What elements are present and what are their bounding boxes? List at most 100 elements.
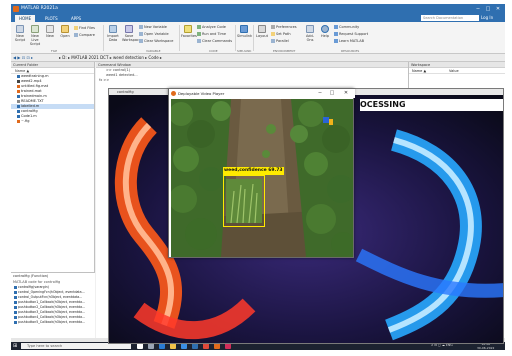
search-documentation-input[interactable]: Search Documentation [421,15,479,21]
simulink-button[interactable]: Simulink [237,25,252,38]
video-player-window[interactable]: Deployable Video Player ─ □ ✕ weed,confi… [168,88,355,258]
new-script-button[interactable]: New Script [13,25,27,42]
ribbon-separator [179,25,180,51]
tab-apps[interactable]: APPS [67,15,85,22]
parallel-button[interactable]: Parallel [271,39,289,43]
new-variable-button[interactable]: New Variable [139,25,167,29]
matlab-logo-icon [13,6,19,12]
function-list: controlfig(varargin) control_OpeningFcn(h… [11,285,95,325]
find-files-icon [74,26,78,30]
learn-matlab-link[interactable]: Learn MATLAB [334,39,364,43]
clear-workspace-button[interactable]: Clear Workspace [139,39,173,43]
layout-button[interactable]: Layout [255,25,269,38]
function-name: pushbutton4_Callback(hObject, eventda... [18,315,86,319]
maximize-button[interactable]: □ [483,5,493,13]
open-variable-button[interactable]: Open Variable [139,32,169,36]
compare-button[interactable]: Compare [74,33,95,37]
save-workspace-button[interactable]: Save Workspace [122,25,141,42]
file-icon [17,119,20,123]
details-panel: controlfig (Function) MATLAB code for co… [11,272,95,338]
function-name: control_OutputFcn(hObject, eventdata... [18,295,83,299]
minimize-button[interactable]: ─ [473,5,483,13]
video-player-title-bar: Deployable Video Player ─ □ ✕ [169,89,355,98]
import-icon [109,25,117,33]
workspace-value-header[interactable]: Value [449,68,459,74]
function-name: pushbutton2_Callback(hObject, eventda... [18,305,86,309]
file-icon [17,109,20,113]
file-item[interactable]: ~.fig [11,119,94,124]
workspace-name-header[interactable]: Name ▲ [412,68,426,74]
save-icon [125,25,133,33]
help-icon [321,25,329,33]
clear-commands-button[interactable]: Clear Commands [197,39,232,43]
layout-icon [258,25,266,33]
function-icon [14,295,17,299]
community-link[interactable]: Community [334,25,359,29]
simulink-icon [240,25,248,33]
processing-banner: OCESSING [360,99,503,111]
new-button[interactable]: New [43,25,57,38]
ribbon-tabs: HOME PLOTS APPS Search Documentation Log… [11,14,505,22]
find-files-button[interactable]: Find Files [74,26,95,30]
favorites-button[interactable]: Favorites [181,25,197,38]
file-icon [17,84,20,88]
video-maximize-button[interactable]: □ [327,89,337,98]
close-button[interactable]: ✕ [493,5,503,13]
preferences-button[interactable]: Preferences [271,25,297,29]
detection-bounding-box [223,175,265,227]
function-item[interactable]: pushbutton5_Callback(hObject, eventda... [11,320,95,325]
new-live-script-button[interactable]: New Live Script [28,25,42,46]
function-name: pushbutton3_Callback(hObject, eventda... [18,310,86,314]
add-ons-button[interactable]: Add-Ons [303,25,317,42]
file-icon [17,74,20,78]
file-name: untitled.fig.mat [21,84,49,88]
variable-icon [139,25,143,29]
current-path[interactable]: ▸ D: ▸ MATLAB 2021 DCT ▸ weed detection … [59,55,162,61]
gear-icon [271,25,275,29]
file-name: labelled.m [21,104,40,108]
help-button[interactable]: Help [318,25,332,38]
run-and-time-button[interactable]: Run and Time [197,32,226,36]
clear-commands-icon [197,39,201,43]
tab-home[interactable]: HOME [15,15,36,22]
file-name: README.TXT [21,99,44,103]
file-list: weedtraining.m weed2.mp4 untitled.fig.mat t… [11,74,94,124]
section-file: FILE [51,49,58,53]
set-path-button[interactable]: Set Path [271,32,291,36]
function-icon [14,290,17,294]
file-icon [17,104,20,108]
set-path-icon [271,32,275,36]
function-icon [14,315,17,319]
section-simulink: SIMULINK [237,49,252,53]
user-login[interactable]: Log In [481,15,503,21]
run-time-icon [197,32,201,36]
add-ons-icon [306,25,314,33]
new-script-icon [16,25,24,33]
new-icon [46,25,54,33]
file-icon [17,79,20,83]
function-name: controlfig(varargin) [18,285,49,289]
workspace-columns: Name ▲ Value [409,68,505,74]
video-frame: weed,confidence 69.73 [171,99,353,257]
open-button[interactable]: Open [58,25,72,38]
command-prompt[interactable]: fx >> [96,78,408,83]
function-icon [14,305,17,309]
function-name: pushbutton1_Callback(hObject, eventda... [18,300,86,304]
analyze-code-button[interactable]: Analyze Code [197,25,226,29]
request-support-link[interactable]: Request Support [334,32,368,36]
matlab-title-bar: MATLAB R2021a ─ □ ✕ [11,4,505,14]
ribbon-separator [253,25,254,51]
file-icon [17,89,20,93]
compare-icon [74,33,78,37]
learn-icon [334,39,338,43]
tab-plots[interactable]: PLOTS [41,15,62,22]
start-button[interactable]: ⊞ [13,343,19,349]
function-name: pushbutton5_Callback(hObject, eventda... [18,320,86,324]
import-data-button[interactable]: Import Data [106,25,120,42]
navigation-buttons[interactable]: ◀ ▶ ⊡ ⊡ ▸ [13,55,33,60]
clock-date: 30-06-2022 [477,346,495,350]
video-minimize-button[interactable]: ─ [315,89,325,98]
video-close-button[interactable]: ✕ [341,89,351,98]
file-name: weed2.mp4 [21,79,42,83]
section-environment: ENVIRONMENT [273,49,296,53]
